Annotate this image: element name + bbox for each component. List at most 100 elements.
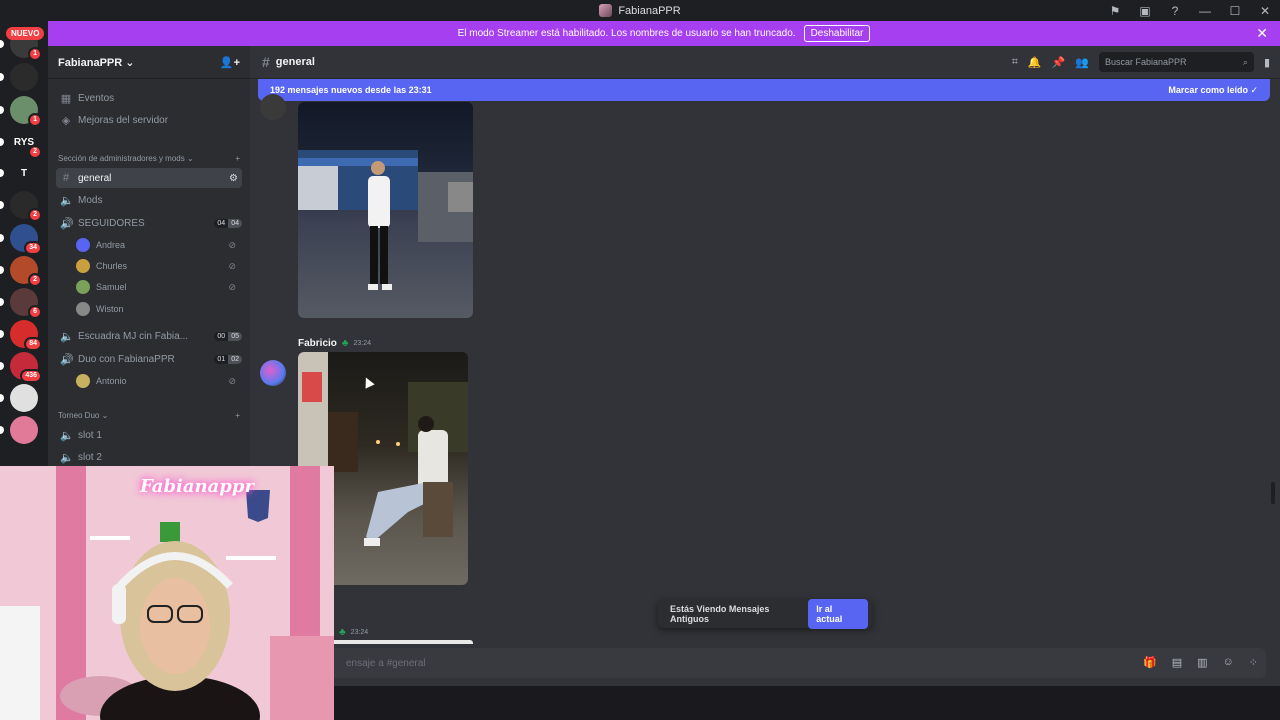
role-badge-icon: ♣ <box>341 338 349 349</box>
mention-badge: 34 <box>24 241 42 255</box>
close-banner-icon[interactable]: ✕ <box>1256 25 1268 42</box>
channel-label: Escuadra MJ cin Fabia... <box>78 330 189 342</box>
avatar <box>76 259 90 273</box>
server-icon[interactable]: 34 <box>10 224 42 255</box>
voice-user-name: Wiston <box>96 304 124 314</box>
server-icon[interactable]: 6 <box>10 288 42 319</box>
message-input[interactable]: ensaje a #general 🎁 ▤ ▥ ☺ ⁘ <box>266 648 1266 678</box>
apps-icon[interactable]: ⁘ <box>1249 656 1258 669</box>
close-window-button[interactable]: ✕ <box>1250 0 1280 21</box>
avatar <box>76 280 90 294</box>
scrollbar-thumb[interactable] <box>1271 482 1275 504</box>
chevron-down-icon: ⌄ <box>125 56 135 69</box>
unread-indicator <box>0 73 4 81</box>
inbox-flag-icon[interactable]: ⚑ <box>1100 0 1130 21</box>
chat-area: # general ⌗ 🔔 📌 👥 Buscar FabianaPPR ⌕ ▮ 1… <box>250 46 1280 686</box>
voice-user[interactable]: Churles ⊘ <box>76 257 240 275</box>
channel-label: SEGUIDORES <box>78 217 145 229</box>
old-messages-text: Estás Viendo Mensajes Antiguos <box>670 604 770 624</box>
window-titlebar: FabianaPPR ⚑ ▣ ? — ☐ ✕ <box>0 0 1280 21</box>
unread-indicator <box>0 40 4 48</box>
channel-slot-2[interactable]: 🔈 slot 2 <box>56 447 242 467</box>
unread-indicator <box>0 330 4 338</box>
mention-badge: 84 <box>24 337 42 351</box>
help-icon[interactable]: ? <box>1160 0 1190 21</box>
category-admin[interactable]: Sección de administradores y mods ⌄ + <box>58 154 240 163</box>
hash-icon: # <box>62 172 70 184</box>
mention-badge: 6 <box>28 305 42 319</box>
voice-user-name: Churles <box>96 261 128 271</box>
channel-title: general <box>275 56 315 68</box>
gif-icon[interactable]: ▤ <box>1172 656 1182 669</box>
emoji-icon[interactable]: ☺ <box>1223 656 1234 669</box>
unread-indicator <box>0 106 4 114</box>
server-icon[interactable]: 84 <box>10 320 42 351</box>
streamer-banner-text: El modo Streamer está habilitado. Los no… <box>457 28 796 39</box>
voice-user[interactable]: Samuel ⊘ <box>76 278 240 296</box>
server-icon[interactable] <box>10 63 38 91</box>
pin-icon[interactable]: 📌 <box>1052 56 1066 69</box>
channel-escuadra[interactable]: 🔈 Escuadra MJ cin Fabia... 00 05 <box>56 326 242 346</box>
server-icon[interactable]: T <box>10 159 38 187</box>
speaker-icon: 🔈 <box>60 194 74 207</box>
voice-count-limit: 05 <box>228 331 242 341</box>
gift-icon[interactable]: 🎁 <box>1143 656 1157 669</box>
voice-user[interactable]: Antonio ⊘ <box>76 372 240 390</box>
avatar[interactable] <box>260 94 286 120</box>
invite-people-icon[interactable]: 👤+ <box>220 56 240 69</box>
sidebar-item-events[interactable]: ▦ Eventos <box>56 88 242 108</box>
voice-user[interactable]: Andrea ⊘ <box>76 236 240 254</box>
voice-count: 01 02 <box>214 354 242 364</box>
channel-settings-icon[interactable]: ⚙ <box>229 173 238 184</box>
server-icon[interactable]: RYS 2 <box>10 128 42 159</box>
channel-slot-1[interactable]: 🔈 slot 1 <box>56 425 242 445</box>
server-header[interactable]: FabianaPPR ⌄ 👤+ <box>48 46 250 79</box>
category-label: Sección de administradores y mods <box>58 154 185 163</box>
minimize-button[interactable]: — <box>1190 0 1220 21</box>
server-icon[interactable]: 2 <box>10 191 42 222</box>
channel-general[interactable]: # general ⚙ <box>56 168 242 188</box>
mention-badge: 1 <box>28 47 42 61</box>
category-torneo[interactable]: Torneo Duo ⌄ + <box>58 411 240 420</box>
deafened-icon: ⊘ <box>228 375 236 386</box>
new-messages-bar[interactable]: 192 mensajes nuevos desde las 23:31 Marc… <box>258 79 1270 101</box>
voice-count-limit: 02 <box>228 354 242 364</box>
server-icon[interactable]: 2 <box>10 256 42 287</box>
add-channel-icon[interactable]: + <box>235 411 240 420</box>
sticker-icon[interactable]: ▥ <box>1197 656 1207 669</box>
new-messages-text: 192 mensajes nuevos desde las 23:31 <box>270 85 432 95</box>
screen-share-icon[interactable]: ▣ <box>1130 0 1160 21</box>
bell-icon[interactable]: 🔔 <box>1028 56 1042 69</box>
disable-streamer-button[interactable]: Deshabilitar <box>803 25 871 42</box>
unread-indicator <box>0 234 4 242</box>
server-icon[interactable] <box>10 416 38 444</box>
search-input[interactable]: Buscar FabianaPPR ⌕ <box>1098 52 1254 72</box>
maximize-button[interactable]: ☐ <box>1220 0 1250 21</box>
inbox-icon[interactable]: ▮ <box>1264 56 1270 69</box>
channel-duo[interactable]: 🔊 Duo con FabianaPPR 01 02 <box>56 349 242 369</box>
message-placeholder: ensaje a #general <box>346 657 426 669</box>
deafened-icon: ⊘ <box>228 239 236 250</box>
threads-icon[interactable]: ⌗ <box>1012 56 1018 69</box>
channel-label: Duo con FabianaPPR <box>78 353 175 365</box>
add-channel-icon[interactable]: + <box>235 154 240 163</box>
jump-to-present-button[interactable]: Ir al actual <box>808 599 868 629</box>
channel-mods[interactable]: 🔈 Mods <box>56 190 242 210</box>
message-timestamp: 23:24 <box>353 340 371 347</box>
sidebar-item-boosts[interactable]: ◈ Mejoras del servidor <box>56 110 242 130</box>
webcam-scene <box>0 466 334 720</box>
channel-seguidores[interactable]: 🔊 SEGUIDORES 04 04 <box>56 213 242 233</box>
server-icon[interactable]: 1 <box>10 96 42 127</box>
members-icon[interactable]: 👥 <box>1075 56 1089 69</box>
server-icon[interactable]: 436 <box>10 352 42 383</box>
message-image[interactable] <box>298 102 473 318</box>
mark-read-button[interactable]: Marcar como leído ✓ <box>1168 85 1258 96</box>
avatar[interactable] <box>260 360 286 386</box>
unread-indicator <box>0 394 4 402</box>
speaker-icon: 🔈 <box>60 330 74 343</box>
message-author[interactable]: Fabricio <box>298 338 337 349</box>
server-icon[interactable] <box>10 384 38 412</box>
boost-icon: ◈ <box>61 114 71 127</box>
voice-user[interactable]: Wiston <box>76 300 240 318</box>
window-title: FabianaPPR <box>618 4 681 17</box>
